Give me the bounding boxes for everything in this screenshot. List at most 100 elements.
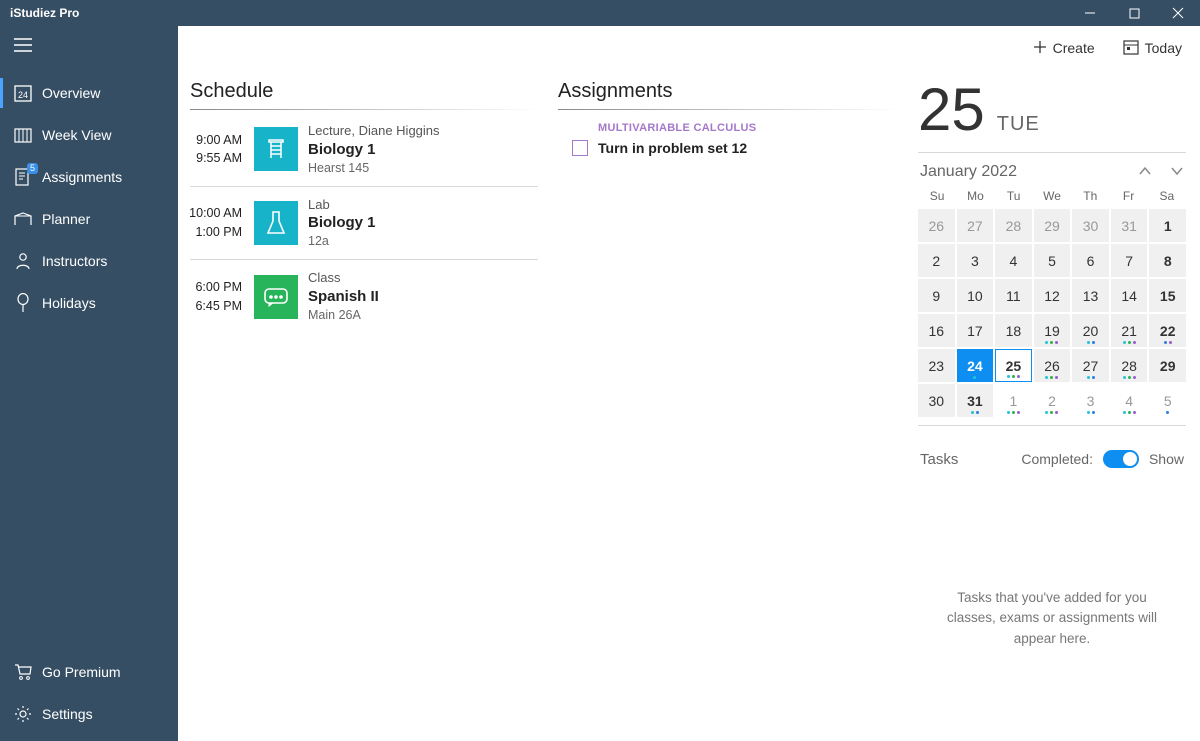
calendar-day[interactable]: 19	[1034, 314, 1071, 347]
calendar-day[interactable]: 31	[957, 384, 994, 417]
big-date-dow: TUE	[997, 113, 1040, 136]
course-icon	[254, 201, 298, 245]
calendar-dow: Mo	[956, 189, 994, 203]
maximize-button[interactable]	[1112, 0, 1156, 26]
schedule-times: 10:00 AM1:00 PM	[184, 204, 244, 242]
show-label: Show	[1149, 451, 1184, 467]
calendar-day[interactable]: 6	[1072, 244, 1109, 277]
nav-label: Planner	[42, 211, 90, 227]
calendar-day[interactable]: 29	[1034, 209, 1071, 242]
assignments-heading: Assignments	[548, 70, 908, 109]
calendar-day[interactable]: 21	[1111, 314, 1148, 347]
calendar-day[interactable]: 5	[1149, 384, 1186, 417]
completed-toggle[interactable]	[1103, 450, 1139, 468]
calendar-prev-button[interactable]	[1138, 163, 1152, 181]
create-button[interactable]: Create	[1033, 40, 1095, 57]
tasks-heading: Tasks	[920, 451, 958, 468]
calendar-day[interactable]: 30	[1072, 209, 1109, 242]
nav-label: Settings	[42, 706, 93, 722]
calendar-day[interactable]: 9	[918, 279, 955, 312]
calendar-dow: We	[1033, 189, 1071, 203]
nav-planner[interactable]: Planner	[0, 198, 178, 240]
calendar-day[interactable]: 25	[995, 349, 1032, 382]
week-icon	[12, 126, 34, 144]
nav-instructors[interactable]: Instructors	[0, 240, 178, 282]
nav-label: Holidays	[42, 295, 96, 311]
course-icon	[254, 127, 298, 171]
nav-assignments[interactable]: 5 Assignments	[0, 156, 178, 198]
nav-label: Week View	[42, 127, 112, 143]
close-button[interactable]	[1156, 0, 1200, 26]
calendar-day[interactable]: 7	[1111, 244, 1148, 277]
calendar-day[interactable]: 26	[1034, 349, 1071, 382]
nav-week-view[interactable]: Week View	[0, 114, 178, 156]
calendar-dow: Fr	[1109, 189, 1147, 203]
calendar-day[interactable]: 10	[957, 279, 994, 312]
calendar-day[interactable]: 20	[1072, 314, 1109, 347]
nav-settings[interactable]: Settings	[0, 693, 178, 735]
calendar-day[interactable]: 27	[957, 209, 994, 242]
calendar-day[interactable]: 12	[1034, 279, 1071, 312]
nav-overview[interactable]: 24 Overview	[0, 72, 178, 114]
calendar-next-button[interactable]	[1170, 163, 1184, 181]
calendar-dow: Th	[1071, 189, 1109, 203]
schedule-item[interactable]: 10:00 AM1:00 PMLabBiology 112a	[184, 192, 548, 255]
assignment-checkbox[interactable]	[572, 140, 588, 156]
assignments-column: Assignments MULTIVARIABLE CALCULUS Turn …	[548, 70, 908, 741]
calendar-dow: Su	[918, 189, 956, 203]
calendar-day[interactable]: 3	[957, 244, 994, 277]
schedule-heading: Schedule	[184, 70, 548, 109]
calendar-day[interactable]: 2	[918, 244, 955, 277]
calendar-day[interactable]: 23	[918, 349, 955, 382]
calendar-day[interactable]: 29	[1149, 349, 1186, 382]
calendar-day[interactable]: 4	[1111, 384, 1148, 417]
calendar-day[interactable]: 14	[1111, 279, 1148, 312]
schedule-item[interactable]: 9:00 AM9:55 AMLecture, Diane HigginsBiol…	[184, 118, 548, 181]
calendar-day[interactable]: 22	[1149, 314, 1186, 347]
balloon-icon	[12, 293, 34, 313]
calendar-day[interactable]: 30	[918, 384, 955, 417]
calendar-day[interactable]: 28	[995, 209, 1032, 242]
schedule-item[interactable]: 6:00 PM6:45 PMClassSpanish IIMain 26A	[184, 265, 548, 328]
today-button[interactable]: Today	[1123, 39, 1182, 58]
hamburger-button[interactable]	[0, 26, 178, 64]
assignment-title: Turn in problem set 12	[598, 140, 747, 156]
calendar-day[interactable]: 11	[995, 279, 1032, 312]
calendar-day[interactable]: 24	[957, 349, 994, 382]
calendar-day[interactable]: 15	[1149, 279, 1186, 312]
assignment-category: MULTIVARIABLE CALCULUS	[548, 118, 908, 138]
schedule-column: Schedule 9:00 AM9:55 AMLecture, Diane Hi…	[178, 70, 548, 741]
person-icon	[12, 252, 34, 270]
calendar-day[interactable]: 17	[957, 314, 994, 347]
calendar-day[interactable]: 8	[1149, 244, 1186, 277]
calendar-day-icon: 24	[12, 84, 34, 102]
calendar-day[interactable]: 16	[918, 314, 955, 347]
calendar-day[interactable]: 4	[995, 244, 1032, 277]
nav-label: Instructors	[42, 253, 107, 269]
calendar-day[interactable]: 3	[1072, 384, 1109, 417]
planner-icon	[12, 211, 34, 227]
calendar-day[interactable]: 28	[1111, 349, 1148, 382]
calendar-day[interactable]: 1	[995, 384, 1032, 417]
calendar-day[interactable]: 18	[995, 314, 1032, 347]
calendar-day[interactable]: 26	[918, 209, 955, 242]
nav-go-premium[interactable]: Go Premium	[0, 651, 178, 693]
schedule-text: ClassSpanish IIMain 26A	[308, 269, 379, 324]
today-label: Today	[1145, 40, 1182, 56]
calendar-today-icon	[1123, 39, 1139, 58]
calendar-day[interactable]: 2	[1034, 384, 1071, 417]
nav-label: Assignments	[42, 169, 122, 185]
calendar-day[interactable]: 5	[1034, 244, 1071, 277]
nav-holidays[interactable]: Holidays	[0, 282, 178, 324]
calendar-day[interactable]: 27	[1072, 349, 1109, 382]
big-date: 25 TUE	[918, 80, 1186, 146]
calendar-day[interactable]: 13	[1072, 279, 1109, 312]
minimize-button[interactable]	[1068, 0, 1112, 26]
calendar-day[interactable]: 1	[1149, 209, 1186, 242]
calendar-day[interactable]: 31	[1111, 209, 1148, 242]
app-title: iStudiez Pro	[0, 6, 79, 20]
title-bar: iStudiez Pro	[0, 0, 1200, 26]
create-label: Create	[1053, 40, 1095, 56]
completed-label: Completed:	[1021, 451, 1093, 467]
assignment-row[interactable]: Turn in problem set 12	[548, 138, 908, 158]
